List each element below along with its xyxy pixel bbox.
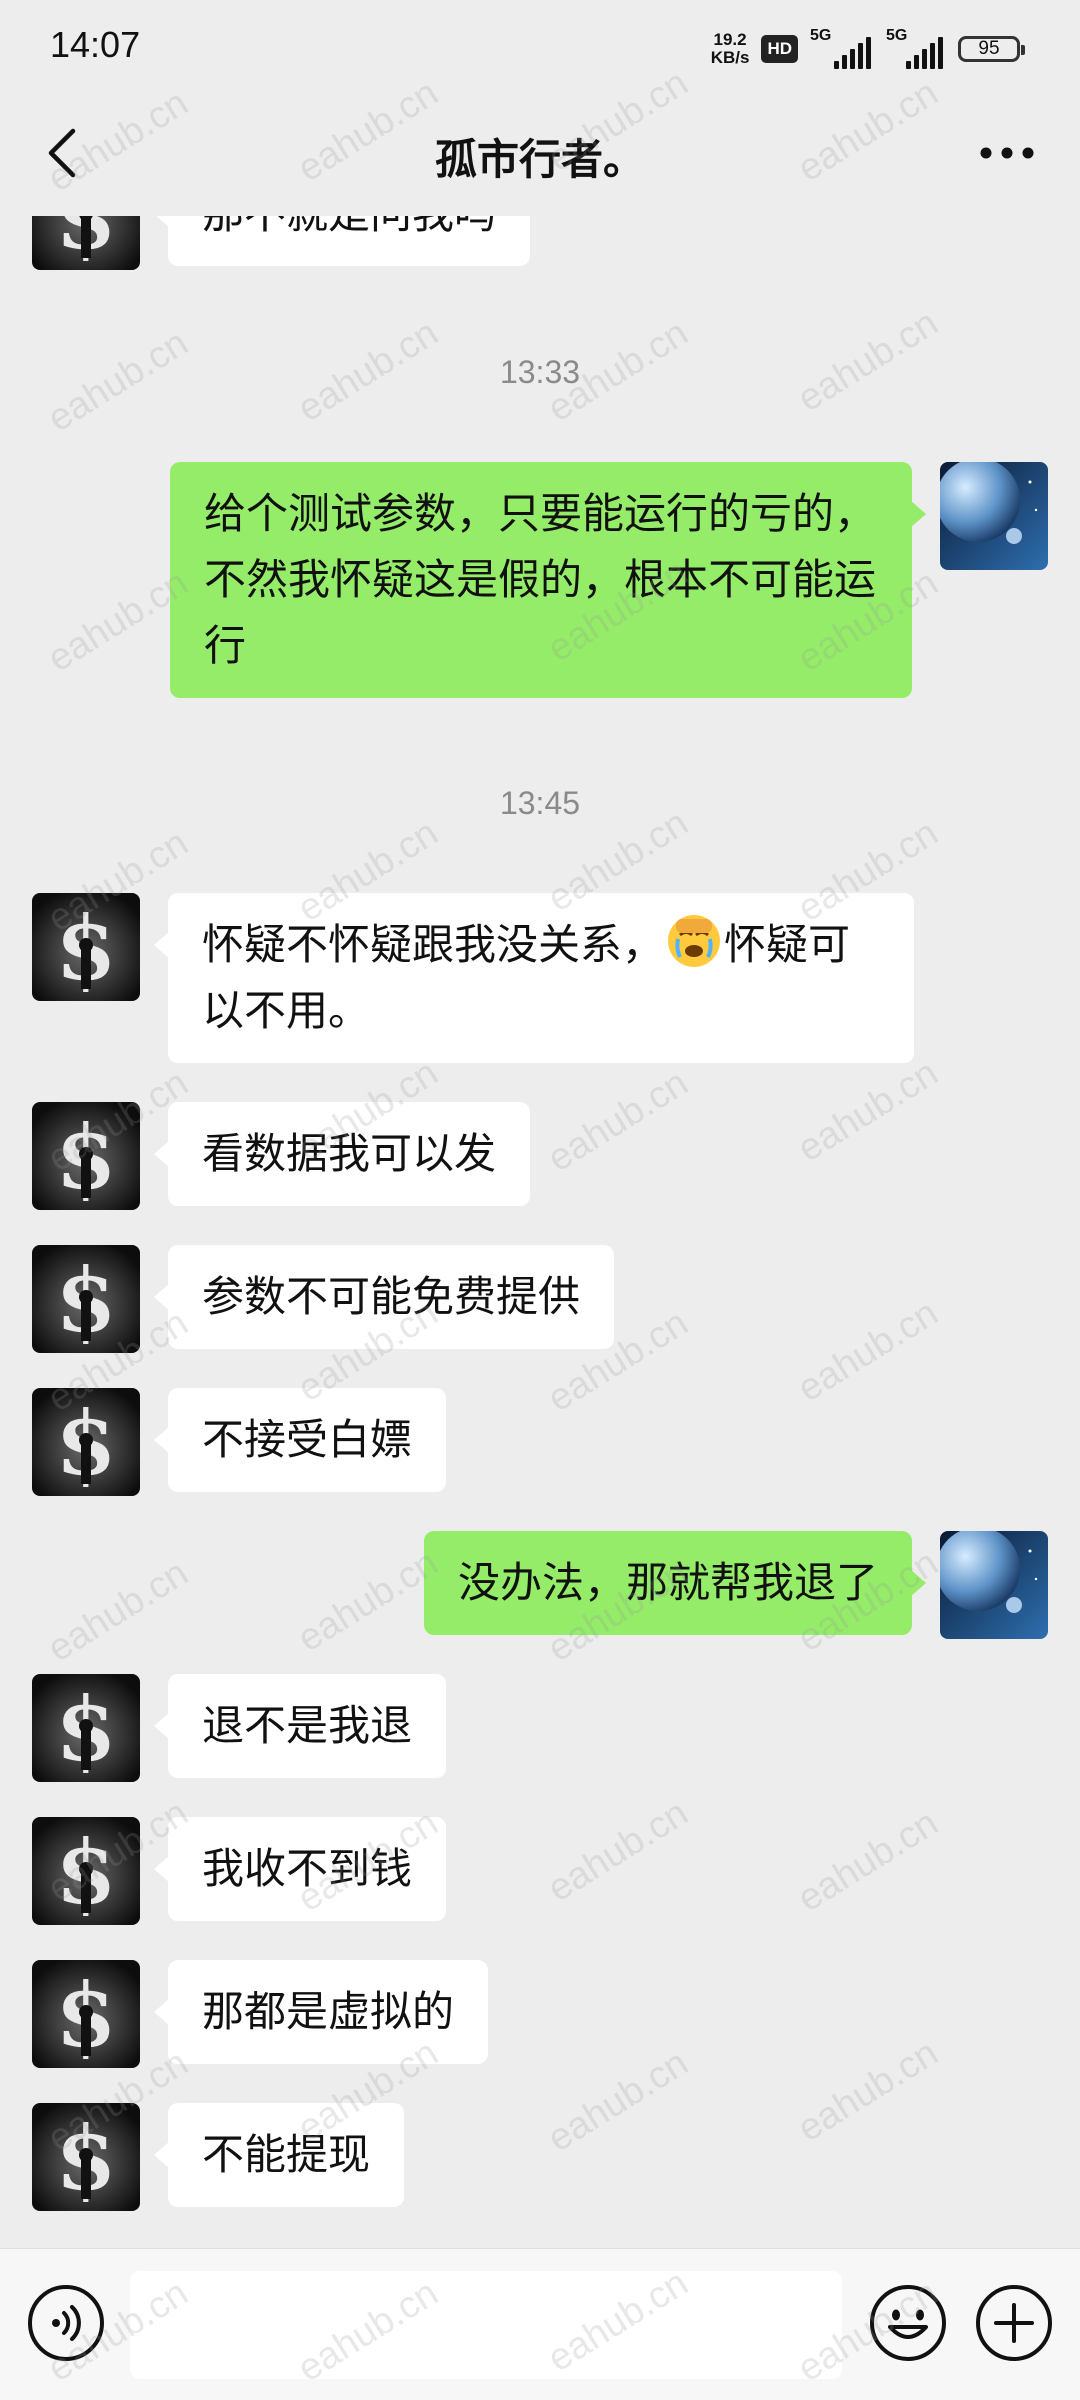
planet-avatar-icon <box>940 1531 1048 1639</box>
dollar-avatar-icon: $ <box>32 1388 140 1496</box>
message-bubble[interactable]: 我收不到钱 <box>153 1817 447 1921</box>
message-bubble[interactable]: 参数不可能免费提供 <box>153 1245 615 1349</box>
battery-icon: 95 <box>958 36 1025 62</box>
contact-avatar[interactable]: $ <box>32 1388 140 1496</box>
message-bubble[interactable]: 给个测试参数，只要能运行的亏的，不然我怀疑这是假的，根本不可能运行 <box>170 462 926 698</box>
message-incoming[interactable]: $ 参数不可能免费提供 <box>32 1245 615 1353</box>
planet-avatar-icon <box>940 462 1048 570</box>
my-avatar[interactable] <box>940 1531 1048 1639</box>
message-incoming[interactable]: $ 那不就是问我吗 <box>32 216 531 270</box>
message-bubble[interactable]: 怀疑不怀疑跟我没关系， 怀疑可以不用。 <box>154 893 914 1063</box>
message-incoming[interactable]: $ 那都是虚拟的 <box>32 1960 489 2068</box>
message-bubble[interactable]: 那不就是问我吗 <box>153 216 531 266</box>
voice-icon <box>28 2285 104 2361</box>
battery-level: 95 <box>978 38 1000 59</box>
message-incoming[interactable]: $ 不接受白嫖 <box>32 1388 447 1496</box>
plus-icon <box>976 2285 1052 2361</box>
message-bubble[interactable]: 不能提现 <box>153 2103 405 2207</box>
message-bubble[interactable]: 退不是我退 <box>153 1674 447 1778</box>
more-functions-button[interactable] <box>972 2281 1056 2365</box>
dollar-avatar-icon: $ <box>32 1960 140 2068</box>
dollar-avatar-icon: $ <box>32 893 140 1001</box>
emoji-button[interactable] <box>866 2281 950 2365</box>
signal-generation-label: 5G <box>810 27 832 44</box>
voice-button[interactable] <box>24 2281 108 2365</box>
status-time: 14:07 <box>50 24 141 65</box>
dollar-avatar-icon: $ <box>32 216 140 270</box>
my-avatar[interactable] <box>940 462 1048 570</box>
network-speed-value: 19.2 <box>713 30 747 49</box>
more-button[interactable] <box>962 118 1052 188</box>
message-incoming[interactable]: $ 我收不到钱 <box>32 1817 447 1925</box>
message-bubble[interactable]: 那都是虚拟的 <box>153 1960 489 2064</box>
dollar-avatar-icon: $ <box>32 1245 140 1353</box>
contact-avatar[interactable]: $ <box>32 1960 140 2068</box>
contact-avatar[interactable]: $ <box>32 1674 140 1782</box>
message-outgoing[interactable]: 没办法，那就帮我退了 <box>423 1531 1048 1639</box>
message-incoming[interactable]: $ 看数据我可以发 <box>32 1102 531 1210</box>
facepalm-crying-emoji-icon <box>668 915 721 967</box>
status-icons: 19.2 KB/s HD 5G 5G 95 <box>711 26 1025 72</box>
timestamp: 13:33 <box>499 354 581 390</box>
message-input[interactable] <box>130 2271 842 2379</box>
contact-avatar[interactable]: $ <box>32 1245 140 1353</box>
dollar-avatar-icon: $ <box>32 2103 140 2211</box>
hd-icon: HD <box>761 35 798 63</box>
message-incoming[interactable]: $ 怀疑不怀疑跟我没关系，怀疑可以不用。 <box>32 893 914 1063</box>
message-list[interactable]: $ 那不就是问我吗 13:33 <box>0 216 1080 2248</box>
signal-icon-2: 5G <box>886 27 946 69</box>
emoji-icon <box>870 2285 946 2361</box>
contact-avatar[interactable]: $ <box>32 1102 140 1210</box>
contact-avatar[interactable]: $ <box>32 893 140 1001</box>
signal-generation-label-2: 5G <box>886 27 908 44</box>
message-text-part: 怀疑不怀疑跟我没关系， <box>202 920 665 969</box>
chat-header: 孤市行者。 <box>0 96 1080 216</box>
contact-avatar[interactable]: $ <box>32 1817 140 1925</box>
network-speed-unit: KB/s <box>710 48 750 67</box>
message-incoming[interactable]: $ 退不是我退 <box>32 1674 447 1782</box>
input-bar <box>0 2248 1080 2400</box>
message-incoming[interactable]: $ 不能提现 <box>32 2103 405 2211</box>
message-bubble[interactable]: 看数据我可以发 <box>153 1102 531 1206</box>
timestamp: 13:45 <box>499 785 581 821</box>
contact-avatar[interactable]: $ <box>32 216 140 270</box>
dollar-avatar-icon: $ <box>32 1817 140 1925</box>
dollar-avatar-icon: $ <box>32 1102 140 1210</box>
signal-icon: 5G <box>810 27 874 69</box>
dollar-avatar-icon: $ <box>32 1674 140 1782</box>
message-bubble[interactable]: 没办法，那就帮我退了 <box>423 1531 927 1635</box>
network-speed: 19.2 KB/s <box>711 31 750 67</box>
message-bubble[interactable]: 不接受白嫖 <box>153 1388 447 1492</box>
message-outgoing[interactable]: 给个测试参数，只要能运行的亏的，不然我怀疑这是假的，根本不可能运行 <box>170 462 1048 698</box>
status-bar: 14:07 19.2 KB/s HD 5G 5G 95 <box>0 0 1080 96</box>
more-dots-icon <box>980 147 1034 159</box>
chat-title: 孤市行者。 <box>434 135 645 184</box>
contact-avatar[interactable]: $ <box>32 2103 140 2211</box>
